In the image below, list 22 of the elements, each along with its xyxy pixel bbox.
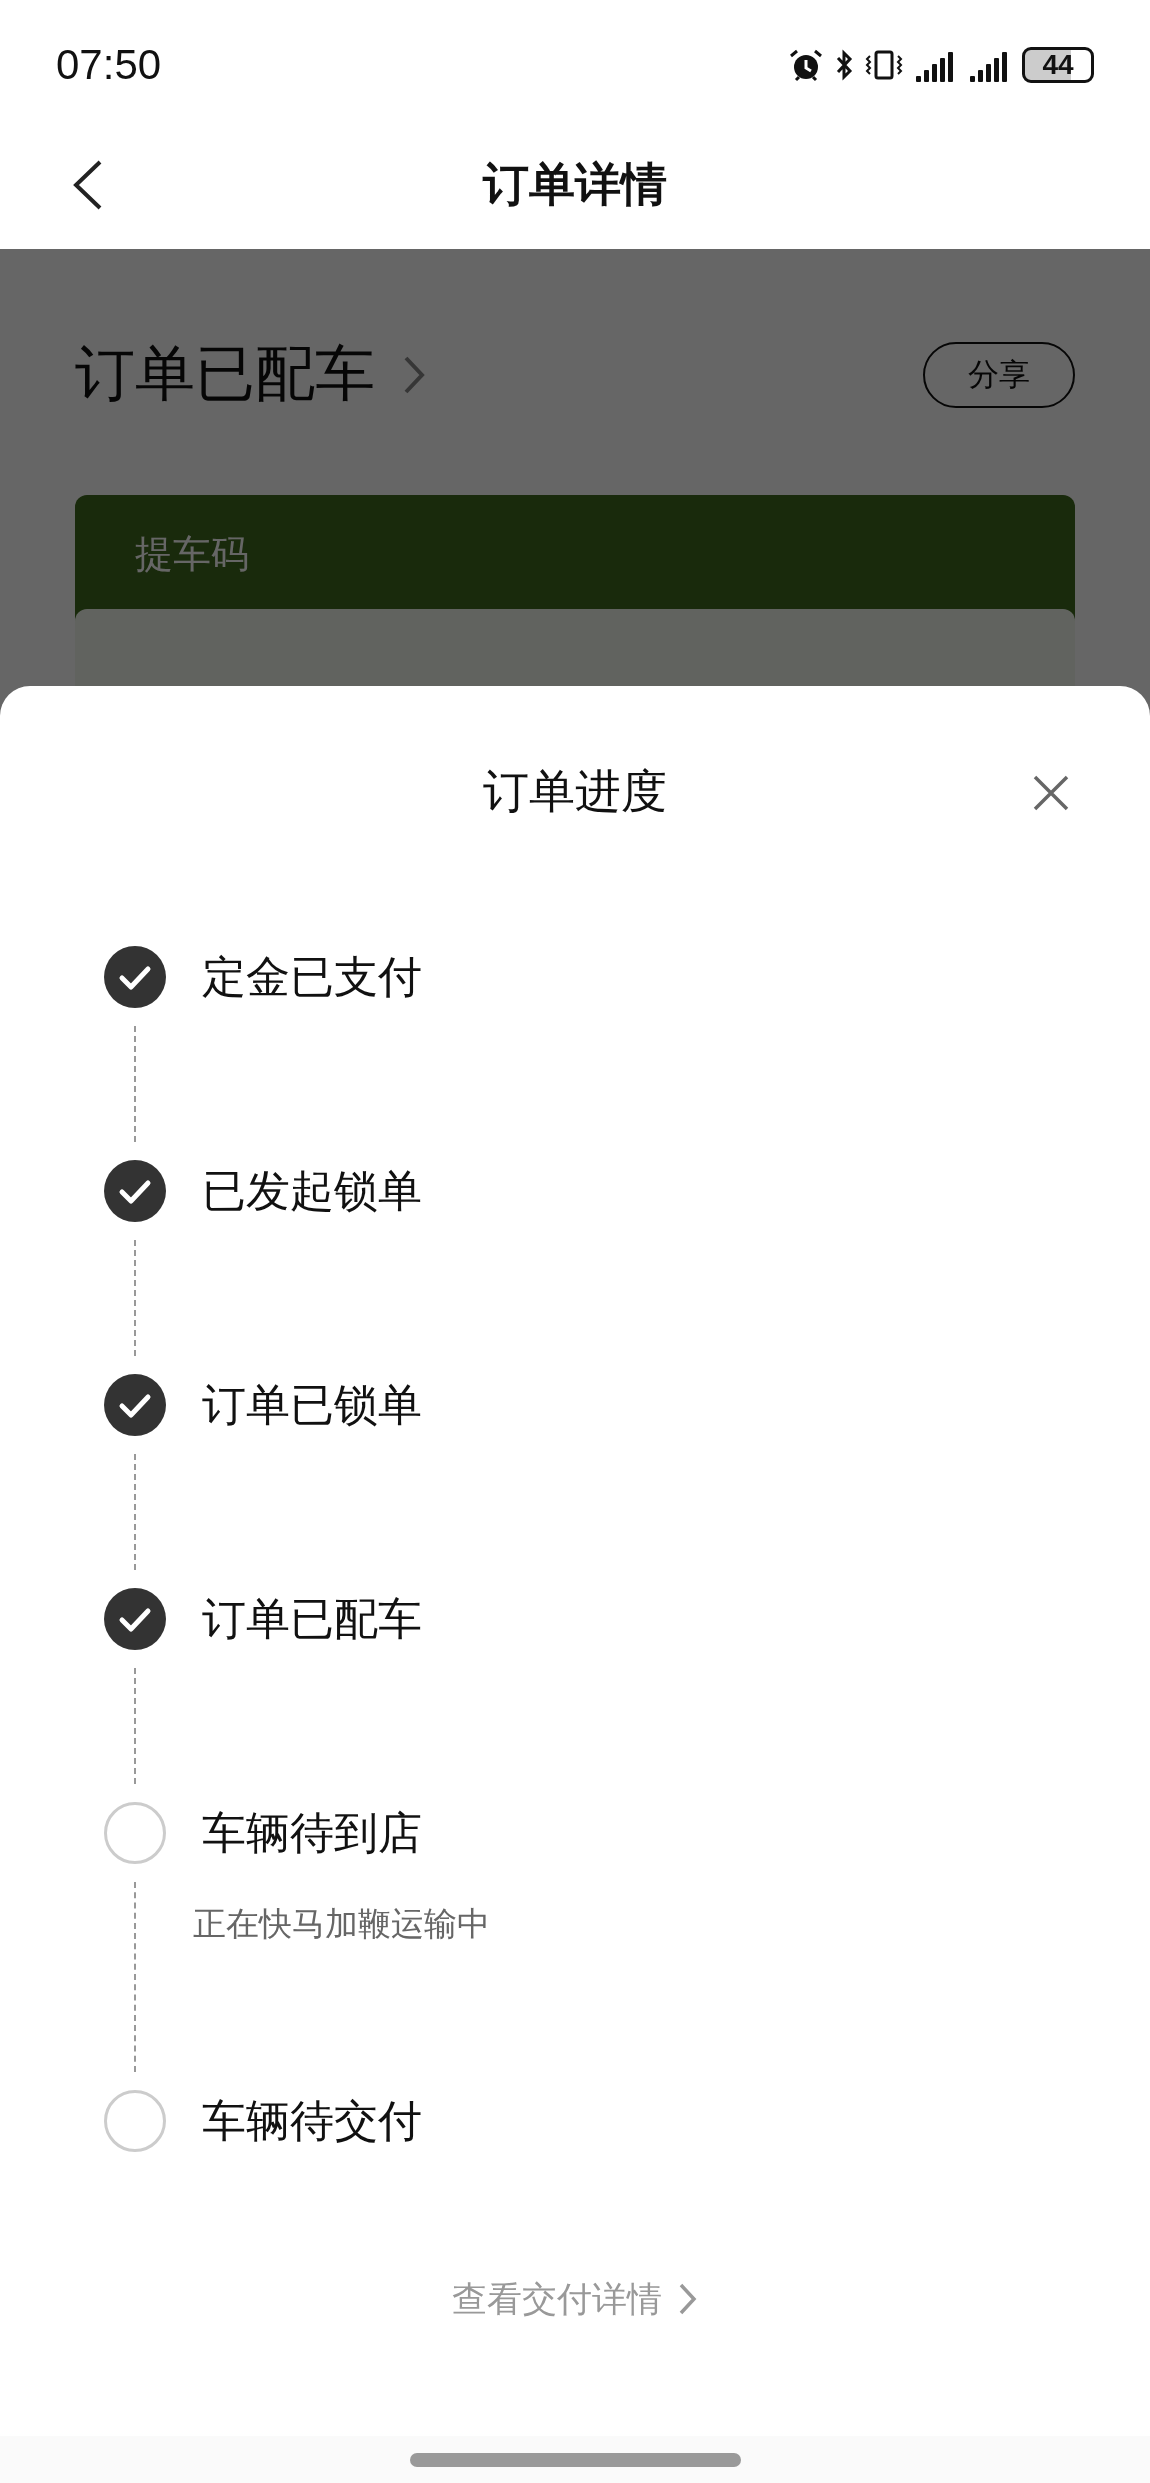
home-indicator[interactable] — [409, 2452, 741, 2467]
alarm-clock-icon — [788, 48, 824, 82]
chevron-right-icon[interactable] — [678, 2282, 698, 2316]
step-note: 正在快马加鞭运输中 — [193, 1904, 490, 1944]
step-label: 车辆待交付 — [202, 2094, 422, 2148]
battery-level: 44 — [1042, 50, 1074, 80]
step-label: 订单已锁单 — [202, 1378, 422, 1432]
sheet-title: 订单进度 — [483, 763, 667, 820]
chevron-right-icon[interactable] — [403, 354, 425, 395]
step-label: 车辆待到店 — [202, 1806, 422, 1860]
page-title: 订单详情 — [483, 155, 667, 213]
step-label: 订单已配车 — [202, 1592, 422, 1646]
delivery-details-link[interactable]: 查看交付详情 — [452, 2274, 662, 2324]
order-status-heading: 订单已配车 — [75, 337, 375, 410]
bluetooth-icon — [834, 48, 854, 82]
close-icon[interactable] — [1032, 774, 1070, 812]
vibrate-icon — [864, 48, 904, 82]
step-label: 定金已支付 — [202, 950, 422, 1004]
step-label: 已发起锁单 — [202, 1164, 422, 1218]
share-button[interactable]: 分享 — [923, 341, 1075, 408]
card-title: 提车码 — [134, 531, 250, 578]
clock-time: 07:50 — [56, 41, 162, 89]
